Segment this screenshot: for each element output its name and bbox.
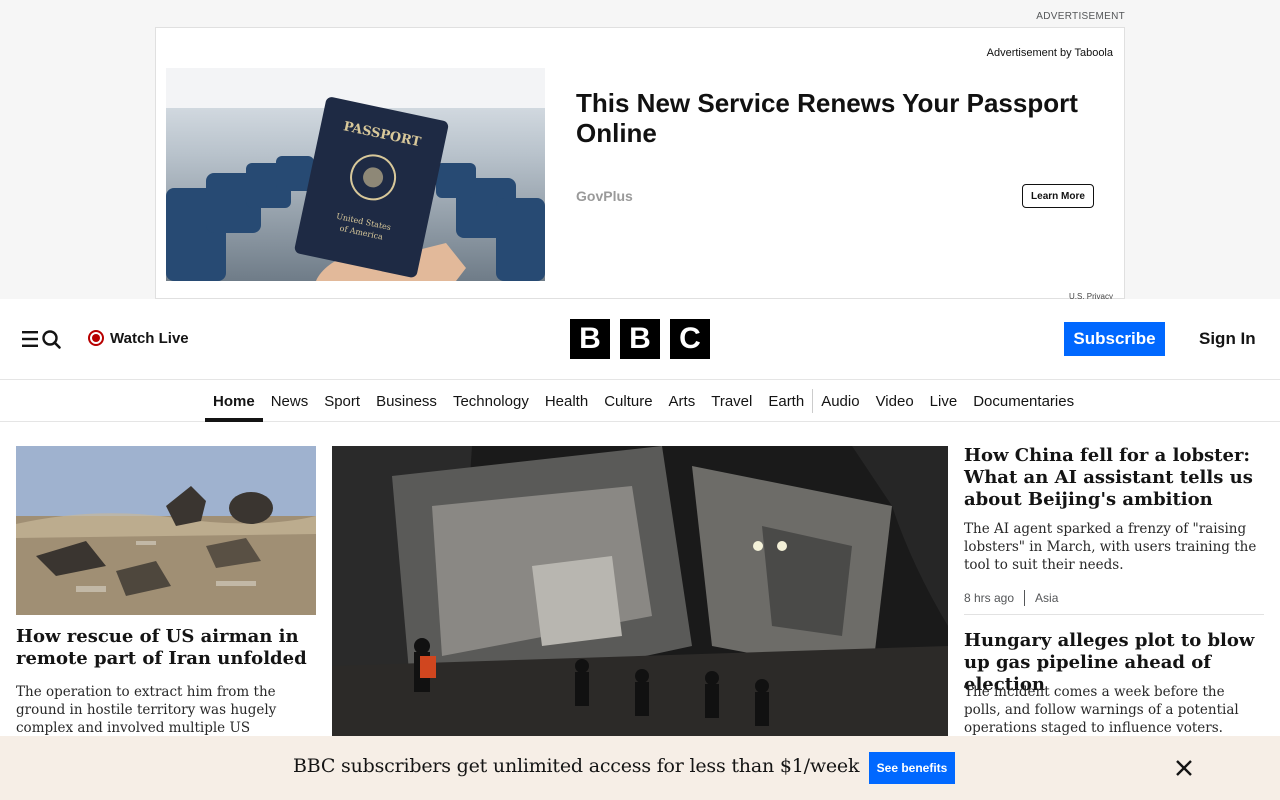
menu-search-icon xyxy=(22,330,61,349)
ad-image[interactable]: PASSPORT United States of America xyxy=(166,68,545,281)
nav-item-home[interactable]: Home xyxy=(205,380,263,422)
nav-item-sport[interactable]: Sport xyxy=(316,380,368,422)
advertisement-label: ADVERTISEMENT xyxy=(1036,11,1125,22)
story-image-wreckage[interactable] xyxy=(16,446,316,615)
nav-item-news[interactable]: News xyxy=(263,380,317,422)
nav-item-business[interactable]: Business xyxy=(368,380,445,422)
story-headline-iran-rescue[interactable]: How rescue of US airman in remote part o… xyxy=(16,626,320,670)
subscribe-button[interactable]: Subscribe xyxy=(1064,322,1165,356)
nav-item-arts[interactable]: Arts xyxy=(661,380,704,422)
nav-item-video[interactable]: Video xyxy=(868,380,922,422)
wreckage-photo xyxy=(16,446,316,615)
collapsed-building-photo xyxy=(332,446,948,746)
nav-item-live[interactable]: Live xyxy=(922,380,966,422)
subscription-banner: BBC subscribers get unlimited access for… xyxy=(0,736,1280,800)
main-nav: Home News Sport Business Technology Heal… xyxy=(0,380,1280,422)
ad-unit[interactable]: Advertisement by Taboola PASSPORT United… xyxy=(155,27,1125,301)
story-summary-china-lobster: The AI agent sparked a frenzy of "raisin… xyxy=(964,521,1257,573)
close-icon xyxy=(1176,760,1192,776)
logo-letter: B xyxy=(570,319,610,359)
nav-item-technology[interactable]: Technology xyxy=(445,380,537,422)
nav-item-audio[interactable]: Audio xyxy=(813,380,867,422)
sign-in-link[interactable]: Sign In xyxy=(1199,329,1256,349)
nav-item-health[interactable]: Health xyxy=(537,380,596,422)
ad-attribution[interactable]: Advertisement by Taboola xyxy=(987,47,1113,59)
nav-item-earth[interactable]: Earth xyxy=(760,380,812,422)
bbc-logo[interactable]: B B C xyxy=(570,319,710,359)
passport-photo: PASSPORT United States of America xyxy=(166,68,545,281)
nav-item-travel[interactable]: Travel xyxy=(703,380,760,422)
logo-letter: C xyxy=(670,319,710,359)
story-summary-iran-rescue: The operation to extract him from the gr… xyxy=(16,684,277,736)
meta-divider xyxy=(1024,590,1026,606)
advertisement-band: ADVERTISEMENT Advertisement by Taboola P… xyxy=(0,0,1280,301)
nav-item-culture[interactable]: Culture xyxy=(596,380,660,422)
learn-more-button[interactable]: Learn More xyxy=(1022,184,1094,208)
see-benefits-button[interactable]: See benefits xyxy=(869,752,955,784)
live-record-icon xyxy=(88,330,104,346)
watch-live-link[interactable]: Watch Live xyxy=(88,328,189,348)
story-section-tag[interactable]: Asia xyxy=(1035,591,1058,605)
story-timestamp: 8 hrs ago xyxy=(964,591,1015,605)
ad-brand[interactable]: GovPlus xyxy=(576,188,633,204)
story-divider xyxy=(964,614,1264,615)
story-meta: 8 hrs ago Asia xyxy=(964,590,1058,606)
nav-item-documentaries[interactable]: Documentaries xyxy=(965,380,1082,422)
close-banner-button[interactable] xyxy=(1173,757,1195,779)
story-image-collapsed-building[interactable] xyxy=(332,446,948,746)
site-header: Watch Live B B C Subscribe Sign In xyxy=(0,299,1280,380)
story-headline-china-lobster[interactable]: How China fell for a lobster: What an AI… xyxy=(964,445,1264,511)
banner-message: BBC subscribers get unlimited access for… xyxy=(293,755,860,777)
watch-live-label: Watch Live xyxy=(110,329,189,347)
menu-search-button[interactable] xyxy=(20,327,64,351)
nav-items: Home News Sport Business Technology Heal… xyxy=(205,380,1082,422)
ad-headline[interactable]: This New Service Renews Your Passport On… xyxy=(576,88,1096,148)
logo-letter: B xyxy=(620,319,660,359)
story-summary-hungary-plot: The incident comes a week before the pol… xyxy=(964,684,1239,736)
